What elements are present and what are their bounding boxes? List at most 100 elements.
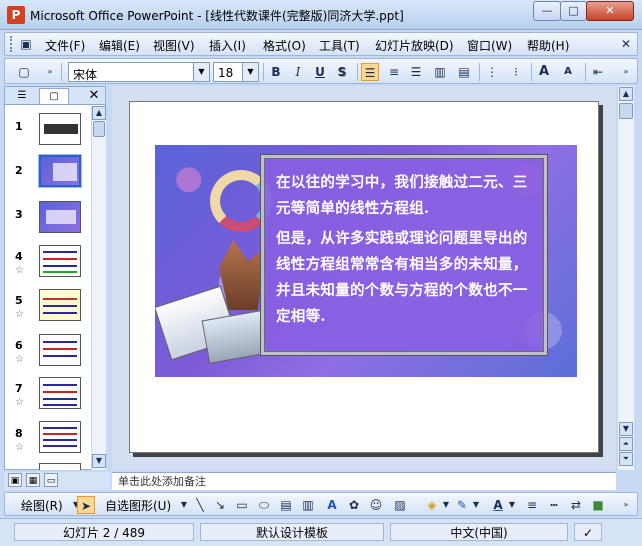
draw-menu-button[interactable]: 绘图(R) — [21, 497, 63, 514]
close-window-button[interactable]: ✕ — [586, 1, 634, 21]
toolbar-options-icon[interactable]: » — [617, 496, 635, 514]
slide-thumbnail[interactable] — [39, 245, 81, 277]
align-center-icon[interactable]: ≡ — [385, 63, 403, 81]
clip-art-icon[interactable]: ☺ — [367, 496, 385, 514]
scroll-up-icon[interactable]: ▲ — [92, 106, 106, 120]
menu-edit[interactable]: 编辑(E) — [99, 37, 140, 54]
shadow-style-icon[interactable]: ■ — [589, 496, 607, 514]
arrow-tool-icon[interactable]: ↘ — [211, 496, 229, 514]
slides-pane-scrollbar[interactable]: ▲ ▼ — [91, 106, 106, 470]
normal-view-button[interactable]: ▣ — [8, 473, 22, 487]
slideshow-view-button[interactable]: ▭ — [44, 473, 58, 487]
text-shadow-button[interactable]: S — [333, 63, 351, 81]
menu-grip-handle[interactable] — [10, 36, 13, 52]
slide-position-status: 幻灯片 2 / 489 — [14, 523, 194, 541]
slide-text-box[interactable]: 在以往的学习中，我们接触过二元、三元等简单的线性方程组. 但是，从许多实践或理论… — [261, 155, 547, 355]
next-slide-icon[interactable]: ⏷ — [619, 452, 633, 466]
numbered-list-icon[interactable]: ⋮ — [483, 63, 501, 81]
slide-thumbnail[interactable] — [39, 334, 81, 366]
slide-thumbnail-selected[interactable] — [38, 154, 82, 188]
distribute-columns-icon[interactable]: ▥ — [431, 63, 449, 81]
slide-thumbnail[interactable] — [39, 377, 81, 409]
status-bar: 幻灯片 2 / 489 默认设计模板 中文(中国) ✓ — [0, 518, 642, 546]
text-box-icon[interactable]: ▤ — [277, 496, 295, 514]
animation-star-icon: ☆ — [15, 442, 24, 453]
window-title: Microsoft Office PowerPoint - [线性代数课件(完整… — [30, 9, 404, 23]
bullet-list-icon[interactable]: ⁝ — [507, 63, 525, 81]
scroll-down-icon[interactable]: ▼ — [92, 454, 106, 468]
maximize-button[interactable]: □ — [560, 1, 587, 21]
shrink-font-button[interactable]: A — [559, 63, 577, 81]
slide-sorter-view-button[interactable]: ▦ — [26, 473, 40, 487]
chevron-down-icon[interactable]: ▼ — [193, 63, 209, 81]
distribute-rows-icon[interactable]: ▤ — [455, 63, 473, 81]
slide-thumbnail[interactable] — [39, 201, 81, 233]
menu-format[interactable]: 格式(O) — [263, 37, 306, 54]
formatting-toolbar: ▢ » 宋体 ▼ 18 ▼ B I U S ☰ ≡ ☰ ▥ ▤ ⋮ ⁝ A A … — [4, 58, 638, 84]
menu-view[interactable]: 视图(V) — [153, 37, 195, 54]
align-left-icon[interactable]: ☰ — [361, 63, 379, 81]
powerpoint-app-icon[interactable]: P — [7, 6, 25, 24]
scroll-up-icon[interactable]: ▲ — [619, 87, 633, 101]
insert-picture-icon[interactable]: ▨ — [391, 496, 409, 514]
select-cursor-icon[interactable]: ➤ — [77, 496, 95, 514]
slide-number: 4 — [15, 250, 23, 263]
toolbar-options-icon[interactable]: » — [617, 63, 635, 81]
line-style-icon[interactable]: ≡ — [523, 496, 541, 514]
animation-star-icon: ☆ — [15, 397, 24, 408]
menu-close-document-icon[interactable]: ✕ — [617, 35, 635, 53]
menu-slideshow[interactable]: 幻灯片放映(D) — [375, 37, 454, 54]
animation-star-icon: ☆ — [15, 265, 24, 276]
italic-button[interactable]: I — [289, 63, 307, 81]
close-pane-icon[interactable]: ✕ — [87, 88, 101, 104]
tab-slides[interactable]: ▢ — [39, 88, 69, 104]
slide-thumbnail[interactable] — [39, 421, 81, 453]
bold-button[interactable]: B — [267, 63, 285, 81]
document-menu-icon[interactable]: ▣ — [17, 35, 35, 53]
tab-outline[interactable]: ☰ — [7, 88, 37, 104]
chevron-down-icon[interactable]: ▼ — [242, 63, 258, 81]
slide-scrollbar[interactable]: ▲ ▼ ⏶ ⏷ — [617, 86, 634, 470]
slide-background-image: 在以往的学习中，我们接触过二元、三元等简单的线性方程组. 但是，从许多实践或理论… — [155, 145, 577, 377]
dash-style-icon[interactable]: ┅ — [545, 496, 563, 514]
toolbar-separator — [263, 63, 264, 81]
slide-thumbnail[interactable] — [39, 463, 81, 470]
align-right-icon[interactable]: ☰ — [407, 63, 425, 81]
menu-insert[interactable]: 插入(I) — [209, 37, 246, 54]
chevron-down-icon[interactable]: ▼ — [503, 496, 521, 514]
oval-tool-icon[interactable]: ⬭ — [255, 496, 273, 514]
new-document-icon[interactable]: ▢ — [15, 63, 33, 81]
font-name-dropdown[interactable]: 宋体 ▼ — [68, 62, 210, 82]
spelling-check-icon[interactable]: ✓ — [574, 523, 602, 541]
wordart-icon[interactable]: A — [323, 496, 341, 514]
line-tool-icon[interactable]: ╲ — [191, 496, 209, 514]
minimize-button[interactable]: — — [533, 1, 561, 21]
grow-font-button[interactable]: A — [535, 63, 553, 81]
slide-editing-area: 在以往的学习中，我们接触过二元、三元等简单的线性方程组. 但是，从许多实践或理论… — [112, 86, 616, 470]
toolbar-options-icon[interactable]: » — [41, 63, 59, 81]
decrease-indent-icon[interactable]: ⇤ — [589, 63, 607, 81]
underline-button[interactable]: U — [311, 63, 329, 81]
slide-number: 7 — [15, 382, 23, 395]
toolbar-separator — [357, 63, 358, 81]
slide-thumbnail[interactable] — [39, 113, 81, 145]
menu-window[interactable]: 窗口(W) — [467, 37, 512, 54]
rectangle-tool-icon[interactable]: ▭ — [233, 496, 251, 514]
notes-pane[interactable]: 单击此处添加备注 — [112, 472, 616, 490]
previous-slide-icon[interactable]: ⏶ — [619, 437, 633, 451]
slides-pane-scroll-thumb[interactable] — [93, 121, 105, 137]
autoshapes-menu-button[interactable]: 自选图形(U) — [105, 497, 171, 514]
menu-tools[interactable]: 工具(T) — [319, 37, 360, 54]
vertical-text-box-icon[interactable]: ▥ — [299, 496, 317, 514]
scroll-down-icon[interactable]: ▼ — [619, 422, 633, 436]
font-size-dropdown[interactable]: 18 ▼ — [213, 62, 259, 82]
menu-help[interactable]: 帮助(H) — [527, 37, 569, 54]
slide-number: 2 — [15, 164, 23, 177]
menu-file[interactable]: 文件(F) — [45, 37, 85, 54]
chevron-down-icon[interactable]: ▼ — [467, 496, 485, 514]
diagram-icon[interactable]: ✿ — [345, 496, 363, 514]
slide-thumbnail[interactable] — [39, 289, 81, 321]
slide-scroll-thumb[interactable] — [619, 103, 633, 119]
arrow-style-icon[interactable]: ⇄ — [567, 496, 585, 514]
slide-canvas[interactable]: 在以往的学习中，我们接触过二元、三元等简单的线性方程组. 但是，从许多实践或理论… — [129, 101, 599, 453]
